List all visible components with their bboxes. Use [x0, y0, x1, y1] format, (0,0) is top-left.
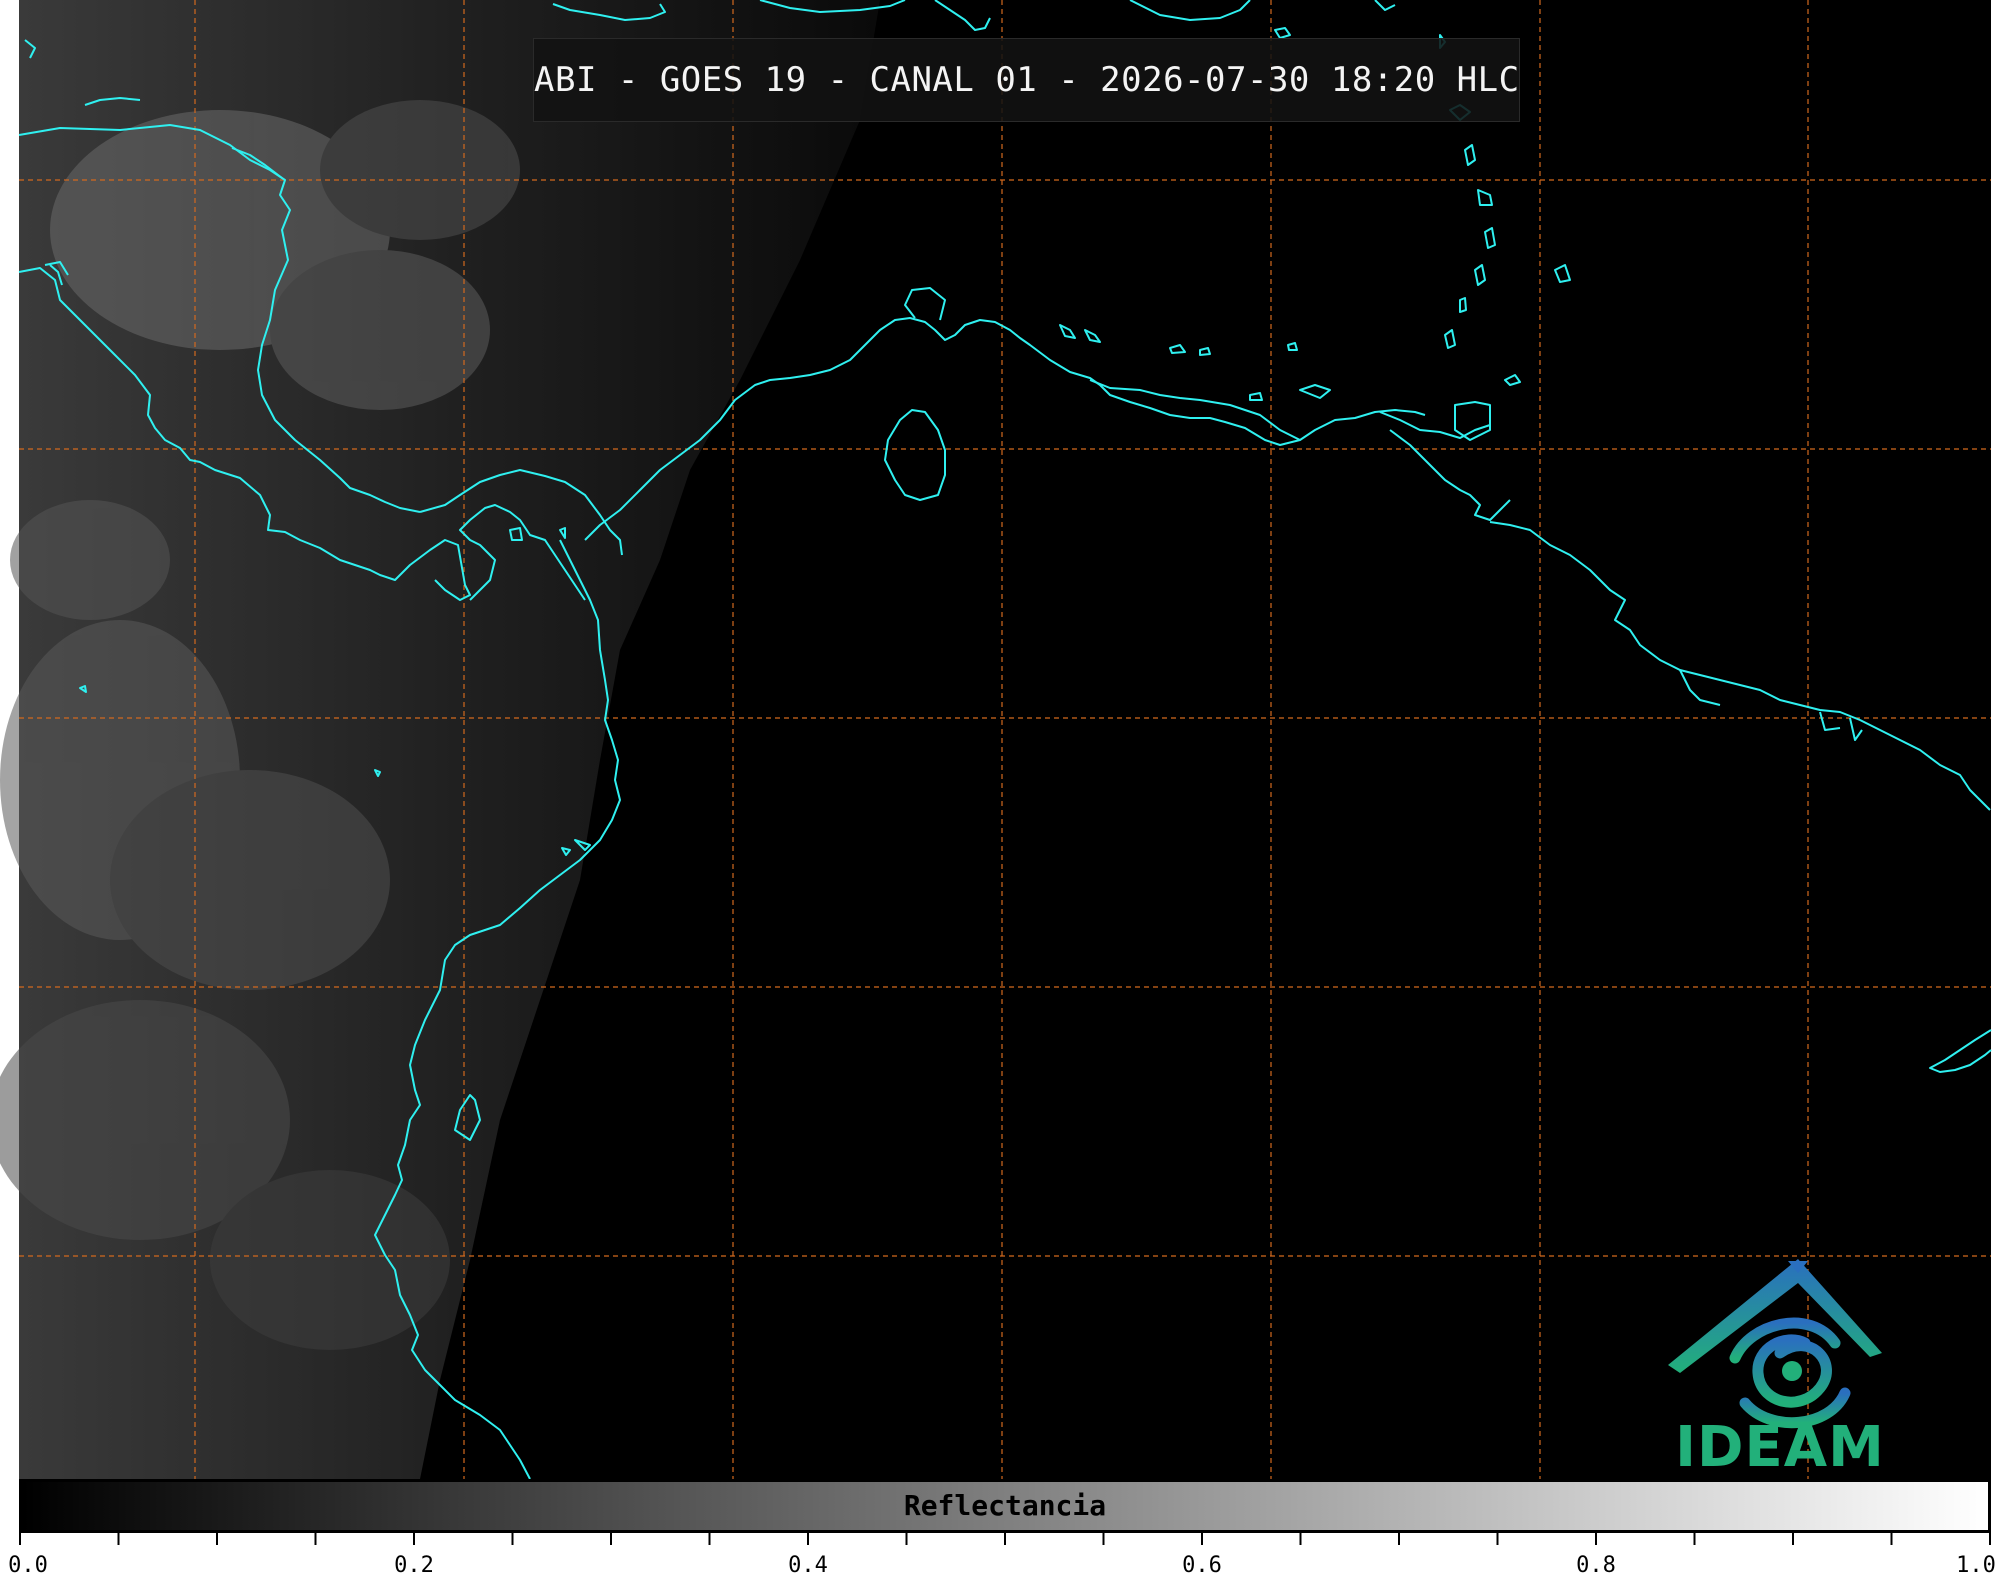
colorbar-tick-label: 0.0 — [8, 1553, 48, 1578]
colorbar-tick-label: 0.4 — [788, 1553, 828, 1578]
map-title: ABI - GOES 19 - CANAL 01 - 2026-07-30 18… — [534, 60, 1520, 100]
title-box: ABI - GOES 19 - CANAL 01 - 2026-07-30 18… — [533, 38, 1520, 122]
colorbar-tick-label: 0.6 — [1182, 1553, 1222, 1578]
colorbar: Reflectancia — [19, 1479, 1991, 1533]
colorbar-tick-label: 1.0 — [1956, 1553, 1996, 1578]
colorbar-axis — [19, 1533, 1991, 1545]
logo-text: IDEAM — [1675, 1415, 1885, 1480]
colorbar-label: Reflectancia — [903, 1489, 1107, 1522]
colorbar-tick-label: 0.8 — [1576, 1553, 1616, 1578]
colorbar-tick-label: 0.2 — [394, 1553, 434, 1578]
